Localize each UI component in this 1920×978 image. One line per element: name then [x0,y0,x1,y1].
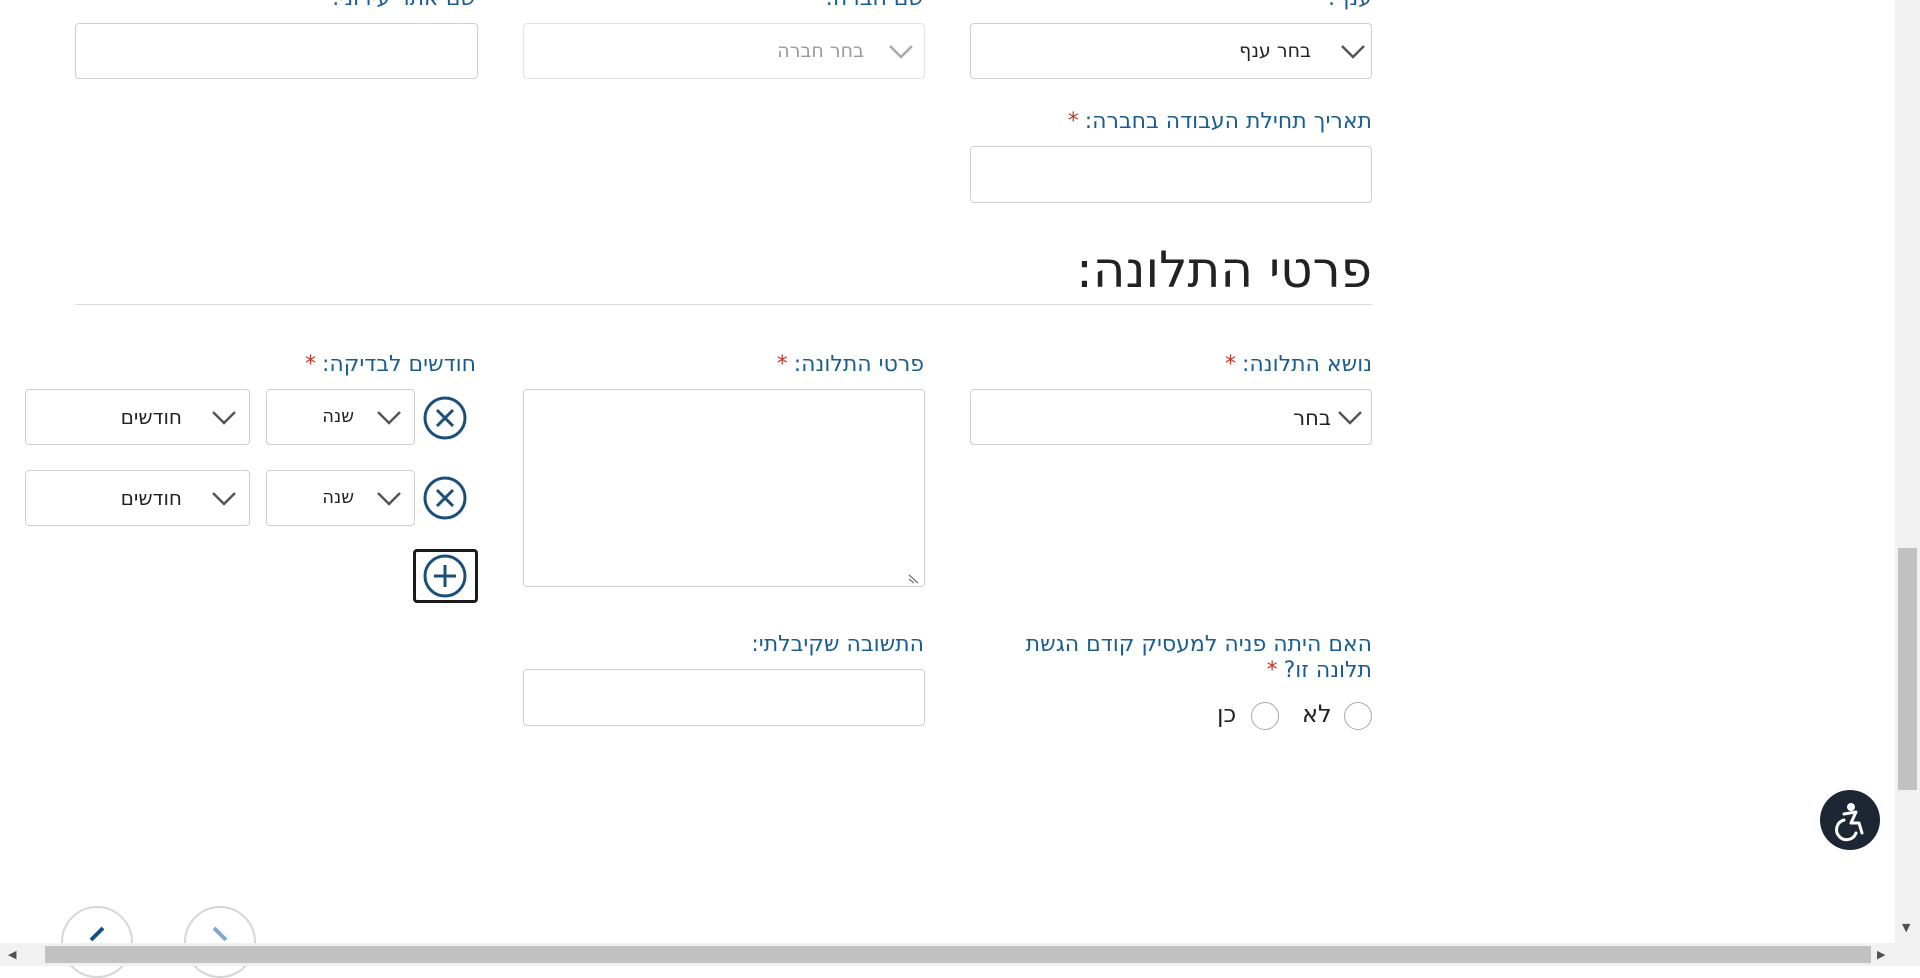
chevron-down-icon [1337,410,1363,426]
required-mark: * [1067,109,1079,134]
year-select-value: שנה [322,487,354,508]
complaint-section-heading: פרטי התלונה: [1075,241,1372,299]
months-check-label: חודשים לבדיקה:* [304,352,476,377]
remove-icon[interactable] [423,476,467,520]
radio-yes-label: כן [1217,700,1237,728]
branch-label: ענף: [1328,0,1372,12]
scroll-left-arrow-icon[interactable]: ◀ [8,949,16,961]
chevron-down-icon [376,491,402,507]
radio-no[interactable] [1344,702,1372,730]
vertical-scrollbar[interactable] [1895,0,1920,966]
months-select-value: חודשים [120,486,182,510]
required-mark: * [1224,352,1236,377]
months-select-value: חודשים [120,405,182,429]
add-row-button[interactable] [413,549,478,603]
prior-appeal-label-line1: האם היתה פניה למעסיק קודם הגשת [1025,632,1372,657]
section-divider [75,304,1372,305]
required-mark: * [776,352,788,377]
prior-appeal-label-line2: תלונה זו?* [1266,658,1372,683]
start-date-label: תאריך תחילת העבודה בחברה:* [1067,109,1372,134]
accessibility-button[interactable] [1820,790,1880,850]
vertical-scrollbar-thumb[interactable] [1898,548,1917,790]
complaint-details-label: פרטי התלונה:* [776,352,924,377]
resize-grip-icon[interactable] [907,569,921,584]
branch-select[interactable]: בחר ענף [970,23,1372,79]
required-mark: * [1266,658,1278,683]
horizontal-scrollbar-thumb[interactable] [45,946,1871,963]
add-icon [423,554,467,598]
radio-no-label: לא [1302,700,1332,728]
answer-received-label: התשובה שקיבלתי: [751,632,924,657]
start-date-input[interactable] [970,146,1372,203]
chevron-down-icon [211,491,237,507]
months-select[interactable]: חודשים [25,389,250,445]
chevron-down-icon [376,410,402,426]
accessibility-icon [1835,803,1864,842]
company-select-value: בחר חברה [777,40,864,62]
year-select[interactable]: שנה [266,470,415,526]
complaint-details-textarea[interactable] [523,389,925,587]
year-select[interactable]: שנה [266,389,415,445]
remove-icon[interactable] [423,396,467,440]
complaint-topic-select-value: בחר [1293,406,1331,430]
back-button[interactable] [184,906,256,978]
scroll-down-arrow-icon[interactable]: ▼ [1902,922,1910,934]
next-button[interactable] [61,906,133,978]
chevron-down-icon [1340,44,1366,60]
complaint-topic-select[interactable]: בחר [970,389,1372,445]
chevron-down-icon [211,410,237,426]
branch-select-value: בחר ענף [1239,40,1311,62]
complaint-topic-label: נושא התלונה:* [1224,352,1372,377]
scroll-right-arrow-icon[interactable]: ▶ [1877,949,1885,961]
prior-appeal-label: האם היתה פניה למעסיק קודם הגשת תלונה זו?… [1026,632,1372,684]
answer-received-input[interactable] [523,669,925,726]
chevron-down-icon [888,44,914,60]
site-name-input[interactable] [75,23,478,79]
radio-yes[interactable] [1251,702,1279,730]
months-select[interactable]: חודשים [25,470,250,526]
company-name-label: שם חברה: [826,0,924,12]
company-select[interactable]: בחר חברה [523,23,925,79]
site-name-label: שם אתר עירוני: [332,0,476,12]
year-select-value: שנה [322,406,354,427]
required-mark: * [304,352,316,377]
